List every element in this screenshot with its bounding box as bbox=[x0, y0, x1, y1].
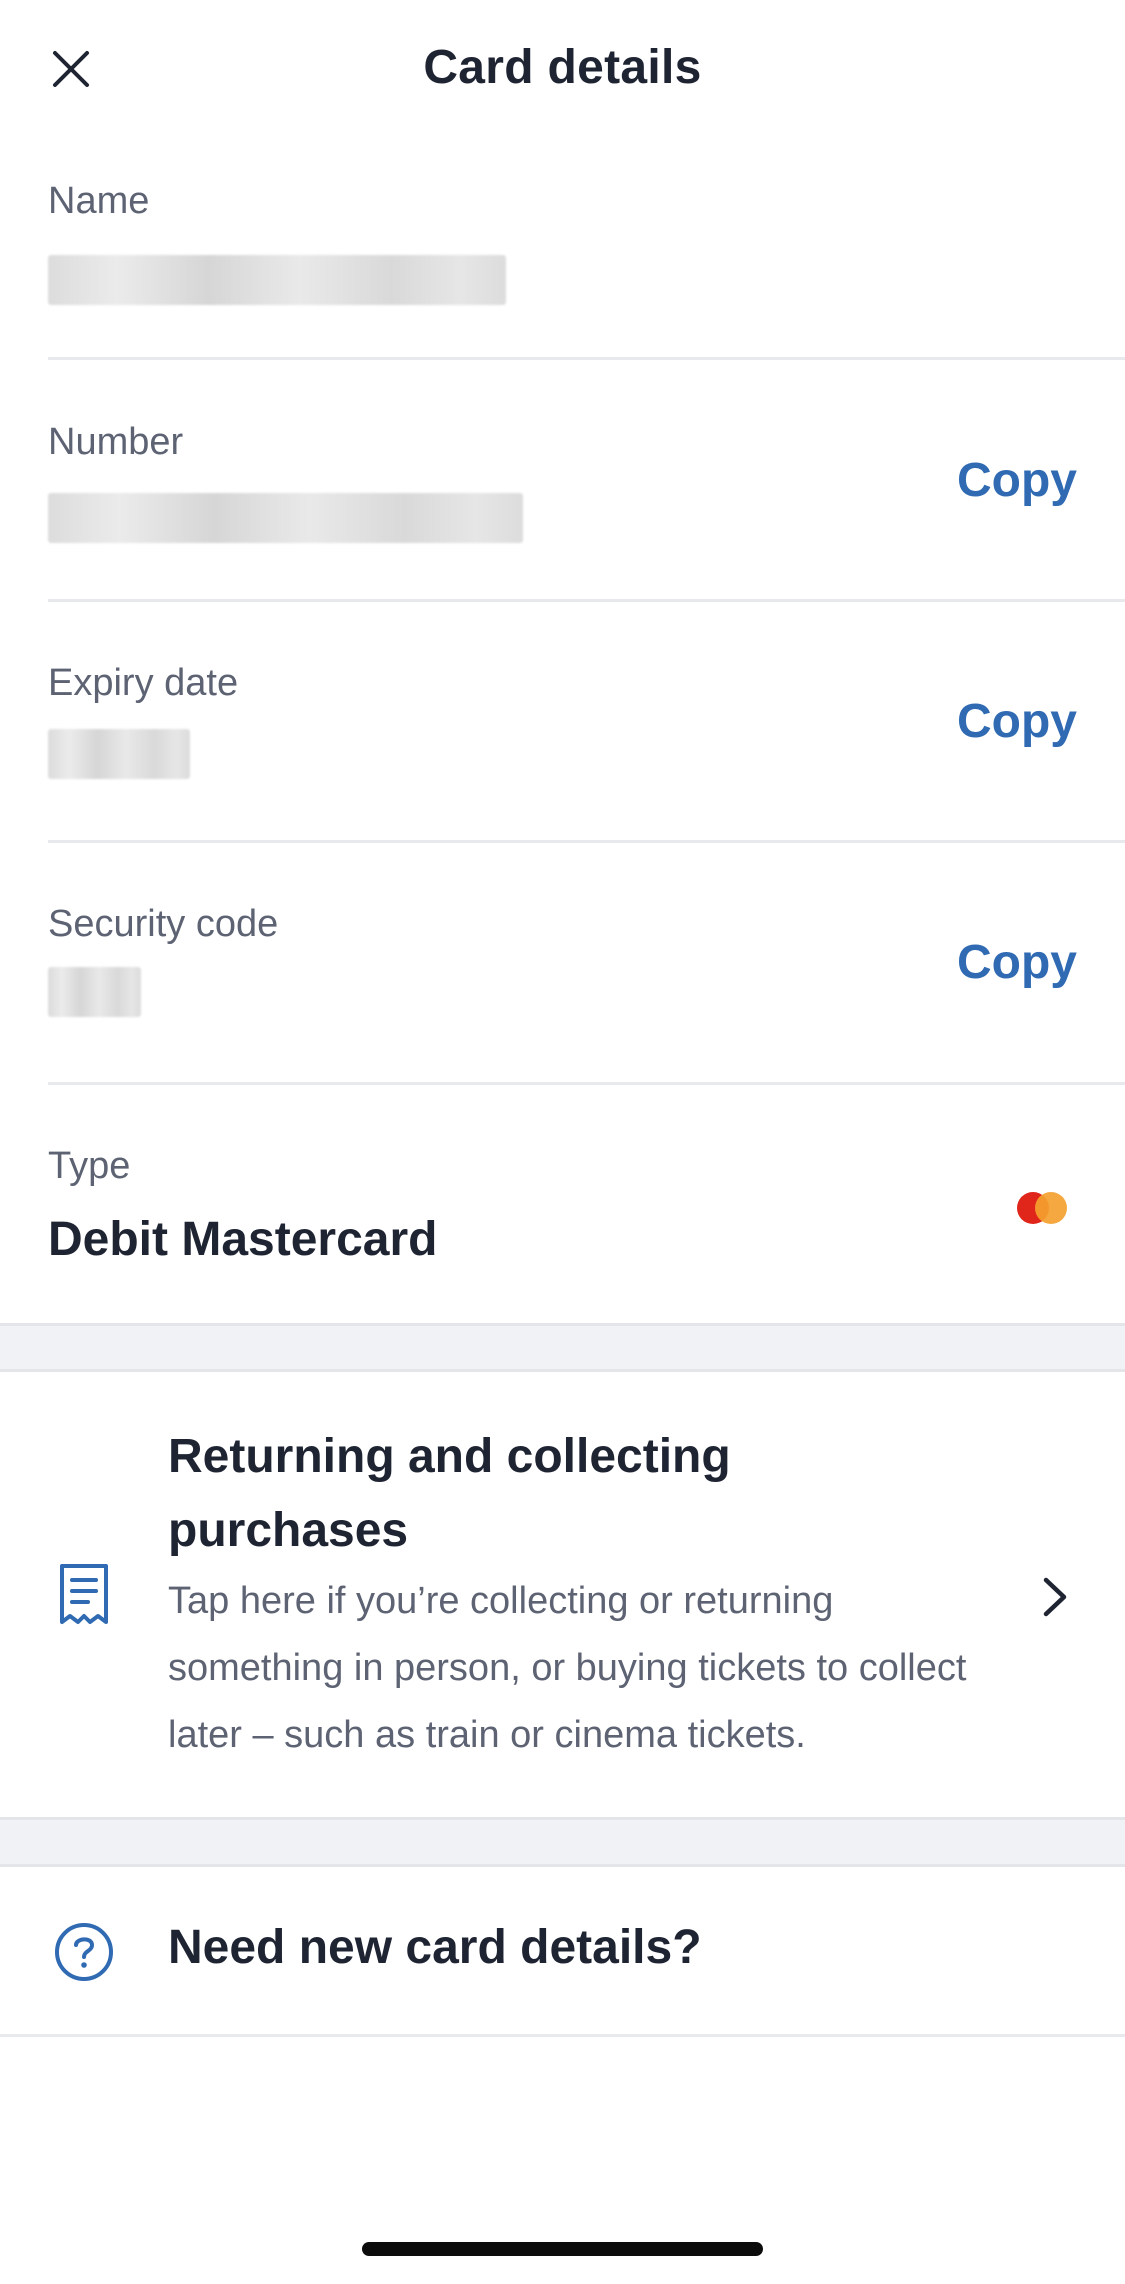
mastercard-logo bbox=[1017, 1192, 1067, 1224]
security-code-value-redacted bbox=[48, 967, 141, 1017]
security-code-label: Security code bbox=[48, 903, 279, 945]
section-gap bbox=[0, 1326, 1125, 1370]
divider bbox=[0, 2034, 1125, 2037]
expiry-value-redacted bbox=[48, 729, 190, 779]
info-card-title: Returning and collecting purchases bbox=[168, 1430, 731, 1557]
name-value-redacted bbox=[48, 255, 506, 305]
divider bbox=[48, 599, 1125, 602]
need-new-card-details-label: Need new card details? bbox=[168, 1921, 702, 1974]
card-type-value: Debit Mastercard bbox=[48, 1213, 438, 1266]
home-indicator bbox=[362, 2242, 763, 2256]
copy-expiry-button[interactable]: Copy bbox=[957, 694, 1077, 749]
name-label: Name bbox=[48, 180, 150, 222]
divider bbox=[48, 1082, 1125, 1085]
info-card-description: Tap here if you’re collecting or returni… bbox=[168, 1580, 967, 1756]
page-title: Card details bbox=[423, 41, 702, 94]
chevron-right-icon bbox=[1043, 1577, 1067, 1617]
copy-security-code-button[interactable]: Copy bbox=[957, 935, 1077, 990]
number-value-redacted bbox=[48, 493, 523, 543]
receipt-icon bbox=[60, 1564, 108, 1624]
number-label: Number bbox=[48, 421, 184, 463]
header: Card details bbox=[0, 0, 1125, 140]
section-gap bbox=[0, 1820, 1125, 1864]
type-label: Type bbox=[48, 1145, 131, 1187]
question-circle-icon bbox=[55, 1923, 113, 1981]
divider bbox=[48, 840, 1125, 843]
copy-number-button[interactable]: Copy bbox=[957, 453, 1077, 508]
divider bbox=[48, 357, 1125, 360]
expiry-label: Expiry date bbox=[48, 662, 239, 704]
